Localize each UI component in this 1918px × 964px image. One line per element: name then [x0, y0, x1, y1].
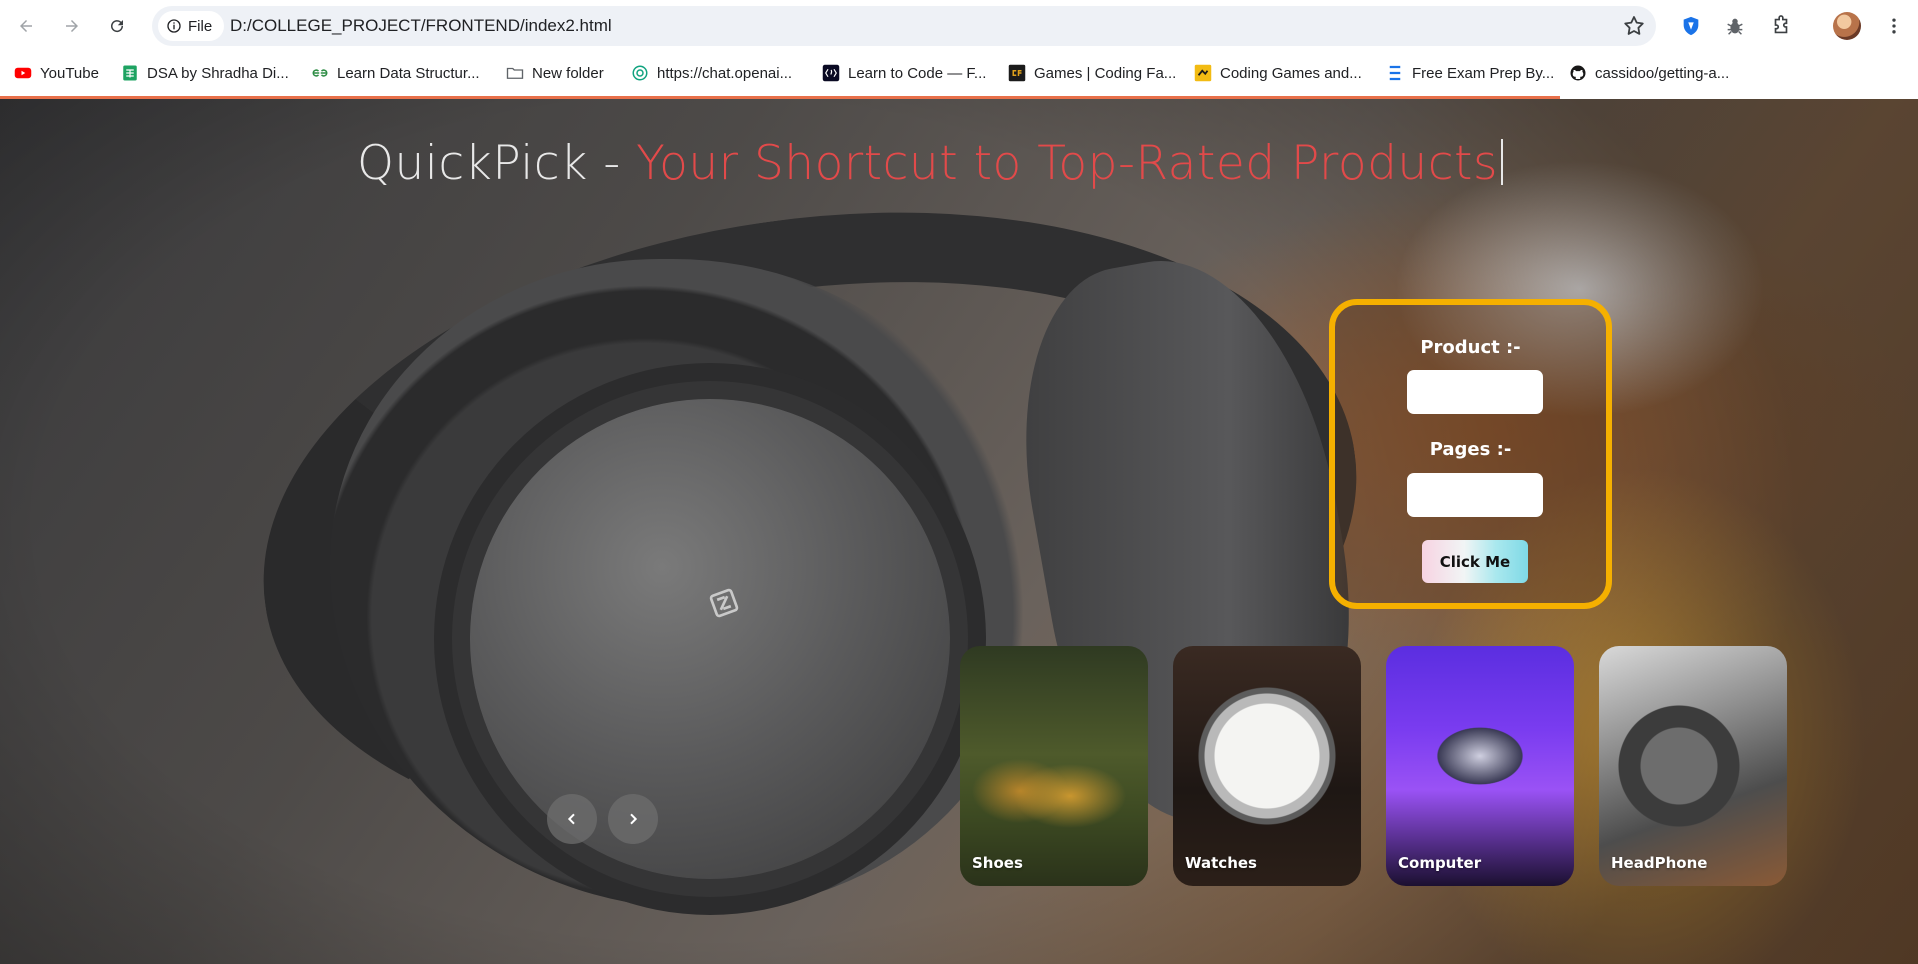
- bookmark-codingame[interactable]: Coding Games and...: [1194, 60, 1362, 86]
- product-input[interactable]: [1407, 370, 1543, 414]
- freecodecamp-icon: [822, 64, 840, 82]
- slider-prev-button[interactable]: [547, 794, 597, 844]
- address-bar[interactable]: File D:/COLLEGE_PROJECT/FRONTEND/index2.…: [152, 6, 1656, 46]
- chevron-left-icon: [567, 813, 575, 825]
- shield-extension-icon[interactable]: [1677, 12, 1705, 40]
- examprep-icon: [1389, 65, 1401, 81]
- hero-section: QuickPick - Your Shortcut to Top-Rated P…: [0, 99, 1918, 964]
- bookmark-label: Learn Data Structur...: [337, 64, 480, 82]
- bookmark-label: Games | Coding Fa...: [1034, 64, 1177, 82]
- profile-avatar[interactable]: [1833, 12, 1861, 40]
- bookmark-label: YouTube: [40, 64, 99, 82]
- bookmark-label: Learn to Code — F...: [848, 64, 987, 82]
- pages-input[interactable]: [1407, 473, 1543, 517]
- bookmark-label: Coding Games and...: [1220, 64, 1362, 82]
- bookmark-label: cassidoo/getting-a...: [1595, 64, 1730, 82]
- search-form-card: Product :- Pages :- Click Me: [1329, 299, 1612, 609]
- github-icon: [1570, 65, 1586, 81]
- gfg-icon: [312, 69, 328, 77]
- bookmark-dsa[interactable]: DSA by Shradha Di...: [121, 60, 289, 86]
- folder-icon: [506, 67, 524, 79]
- headline-brand: QuickPick -: [357, 136, 637, 191]
- forward-arrow-icon: [66, 20, 78, 32]
- site-info-chip[interactable]: File: [158, 11, 225, 41]
- forward-button[interactable]: [56, 10, 88, 42]
- bookmark-star-icon[interactable]: [1622, 14, 1646, 38]
- category-card-shoes[interactable]: Shoes: [960, 646, 1148, 886]
- pages-label: Pages :-: [1429, 439, 1512, 460]
- chevron-right-icon: [630, 813, 638, 825]
- codingame-icon: [1194, 64, 1212, 82]
- slider-next-button[interactable]: [608, 794, 658, 844]
- site-info-label: File: [188, 17, 213, 35]
- bug-extension-icon[interactable]: [1721, 12, 1749, 40]
- codingfantasy-icon: [1008, 64, 1026, 82]
- youtube-icon: [14, 67, 32, 79]
- browser-toolbar: File D:/COLLEGE_PROJECT/FRONTEND/index2.…: [0, 0, 1918, 52]
- url-text[interactable]: D:/COLLEGE_PROJECT/FRONTEND/index2.html: [230, 6, 612, 46]
- sheets-icon: [123, 65, 137, 81]
- browser-menu-button[interactable]: [1880, 12, 1908, 40]
- more-vertical-icon: [1892, 18, 1896, 34]
- category-label: Computer: [1398, 854, 1482, 872]
- openai-icon: [632, 65, 648, 81]
- category-label: Watches: [1185, 854, 1257, 872]
- extensions-puzzle-icon[interactable]: [1767, 12, 1795, 40]
- bookmark-exam-prep[interactable]: Free Exam Prep By...: [1386, 60, 1554, 86]
- category-card-headphone[interactable]: HeadPhone: [1599, 646, 1787, 886]
- bookmark-gfg[interactable]: Learn Data Structur...: [311, 60, 480, 86]
- reload-icon: [111, 20, 124, 33]
- bookmark-chatgpt[interactable]: https://chat.openai...: [631, 60, 792, 86]
- browser-chrome: File D:/COLLEGE_PROJECT/FRONTEND/index2.…: [0, 0, 1918, 99]
- back-button[interactable]: [10, 10, 42, 42]
- bookmark-label: https://chat.openai...: [657, 64, 793, 82]
- bookmark-freecodecamp[interactable]: Learn to Code — F...: [822, 60, 986, 86]
- product-label: Product :-: [1420, 337, 1521, 358]
- typing-caret: [1500, 139, 1503, 185]
- bookmark-github[interactable]: cassidoo/getting-a...: [1569, 60, 1729, 86]
- page-headline: QuickPick - Your Shortcut to Top-Rated P…: [357, 133, 1503, 195]
- category-label: Shoes: [972, 854, 1023, 872]
- bookmarks-bar: YouTube DSA by Shradha Di... Learn Data …: [0, 56, 1918, 90]
- headline-tagline: Your Shortcut to Top-Rated Products: [636, 136, 1498, 191]
- bookmark-label: Free Exam Prep By...: [1412, 64, 1555, 82]
- submit-button[interactable]: Click Me: [1422, 540, 1528, 583]
- category-label: HeadPhone: [1611, 854, 1708, 872]
- bookmark-label: DSA by Shradha Di...: [147, 64, 289, 82]
- bookmark-label: New folder: [532, 64, 604, 82]
- bookmark-coding-fantasy[interactable]: Games | Coding Fa...: [1008, 60, 1176, 86]
- back-arrow-icon: [20, 20, 32, 32]
- bookmark-new-folder[interactable]: New folder: [506, 60, 604, 86]
- info-icon: [167, 19, 181, 33]
- category-card-watches[interactable]: Watches: [1173, 646, 1361, 886]
- reload-button[interactable]: [101, 10, 133, 42]
- bookmark-youtube[interactable]: YouTube: [14, 60, 99, 86]
- category-card-computer[interactable]: Computer: [1386, 646, 1574, 886]
